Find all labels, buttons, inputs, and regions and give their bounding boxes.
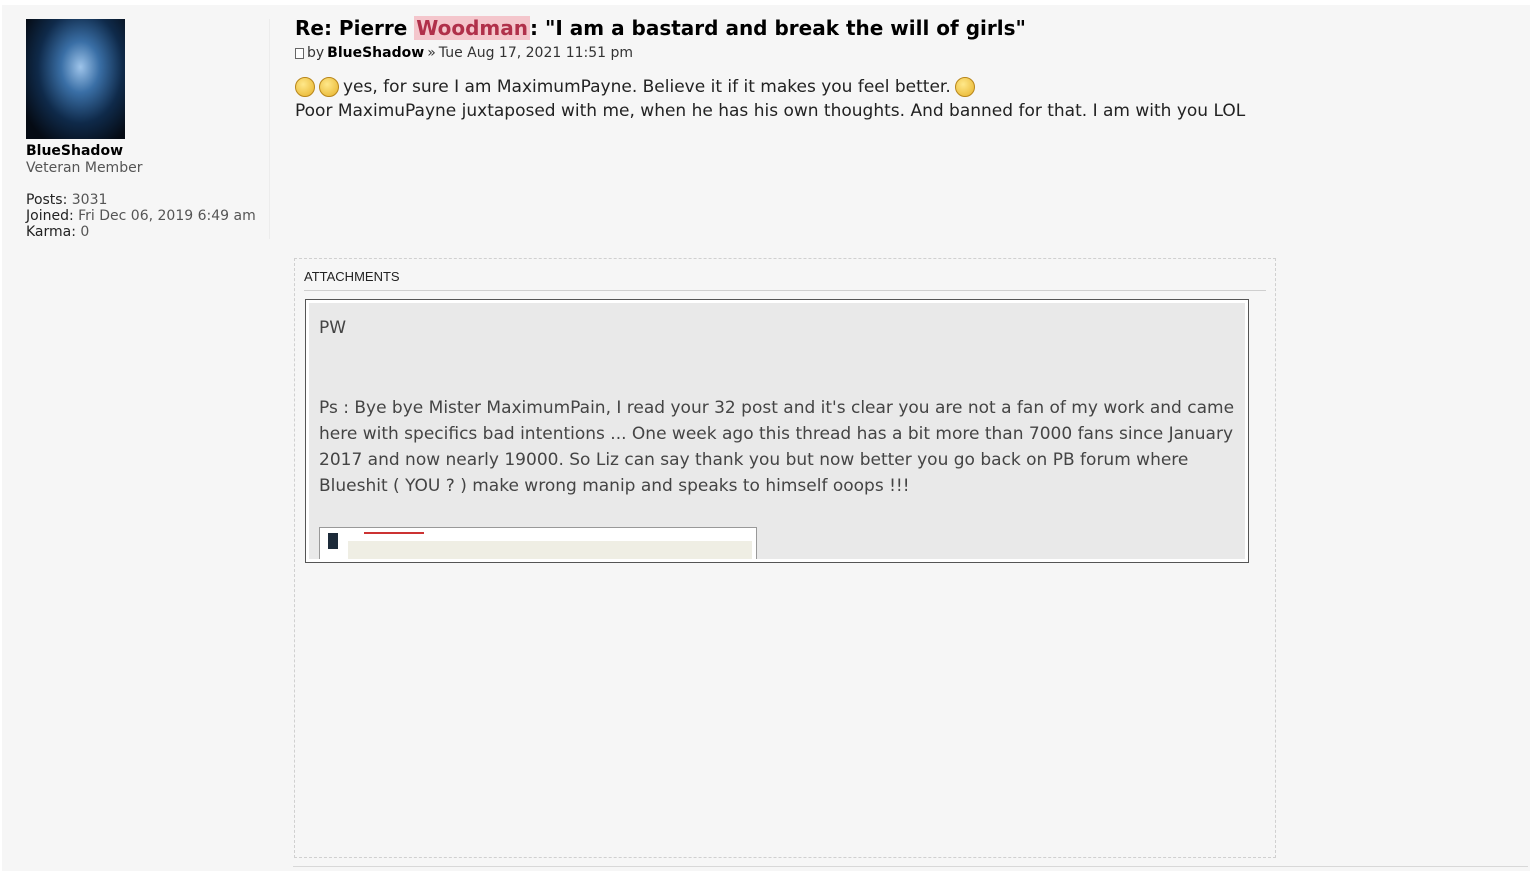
attachment-text-ps: Ps : Bye bye Mister MaximumPain, I read … xyxy=(319,398,1235,496)
posts-stat: Posts: 3031 xyxy=(26,192,269,208)
post-body: Re: Pierre Woodman: "I am a bastard and … xyxy=(295,15,1295,123)
grinning-smiley-icon xyxy=(954,77,975,97)
joined-stat: Joined: Fri Dec 06, 2019 6:49 am xyxy=(26,208,269,224)
post-title[interactable]: Re: Pierre Woodman: "I am a bastard and … xyxy=(295,15,1295,41)
grinning-smiley-icon xyxy=(319,77,339,97)
avatar[interactable] xyxy=(26,19,125,139)
karma-label: Karma: xyxy=(26,224,76,240)
karma-stat: Karma: 0 xyxy=(26,224,269,240)
embedded-content-bar xyxy=(348,541,752,559)
embedded-title-line xyxy=(364,532,424,534)
content-text-2: Poor MaximuPayne juxtaposed with me, whe… xyxy=(295,101,1246,121)
attachments-header: ATTACHMENTS xyxy=(304,269,1266,291)
joined-label: Joined: xyxy=(26,208,74,224)
embedded-avatar xyxy=(328,533,338,549)
post-content: yes, for sure I am MaximumPayne. Believe… xyxy=(295,75,1295,123)
username-link[interactable]: BlueShadow xyxy=(26,143,269,159)
post-meta: by BlueShadow » Tue Aug 17, 2021 11:51 p… xyxy=(295,45,1295,61)
user-stats: Posts: 3031 Joined: Fri Dec 06, 2019 6:4… xyxy=(26,192,269,240)
posts-label: Posts: xyxy=(26,192,68,208)
karma-value: 0 xyxy=(80,224,90,240)
user-rank: Veteran Member xyxy=(26,160,143,176)
title-highlight: Woodman xyxy=(414,16,530,40)
author-link[interactable]: BlueShadow xyxy=(327,45,424,61)
title-suffix: : "I am a bastard and break the will of … xyxy=(529,16,1026,40)
attachment-image[interactable]: PW Ps : Bye bye Mister MaximumPain, I re… xyxy=(305,299,1249,563)
meta-separator: » xyxy=(427,45,436,61)
embedded-screenshot xyxy=(319,527,757,559)
content-text-1: yes, for sure I am MaximumPayne. Believe… xyxy=(343,77,951,97)
attachments-box: ATTACHMENTS PW Ps : Bye bye Mister Maxim… xyxy=(294,258,1276,858)
title-prefix: Re: Pierre xyxy=(295,16,415,40)
post-profile: BlueShadow Veteran Member Posts: 3031 Jo… xyxy=(26,19,270,240)
content-line-1: yes, for sure I am MaximumPayne. Believe… xyxy=(295,75,1295,99)
posts-count-link[interactable]: 3031 xyxy=(72,192,108,208)
forum-post: BlueShadow Veteran Member Posts: 3031 Jo… xyxy=(2,5,1530,871)
post-page-icon[interactable] xyxy=(295,47,304,59)
post-timestamp: Tue Aug 17, 2021 11:51 pm xyxy=(438,45,634,61)
bottom-divider xyxy=(293,866,1528,867)
attachment-text-pw: PW xyxy=(319,318,347,338)
by-label: by xyxy=(307,45,325,61)
grinning-smiley-icon xyxy=(295,77,315,97)
attachment-image-content: PW Ps : Bye bye Mister MaximumPain, I re… xyxy=(309,303,1245,559)
joined-value: Fri Dec 06, 2019 6:49 am xyxy=(78,208,256,224)
